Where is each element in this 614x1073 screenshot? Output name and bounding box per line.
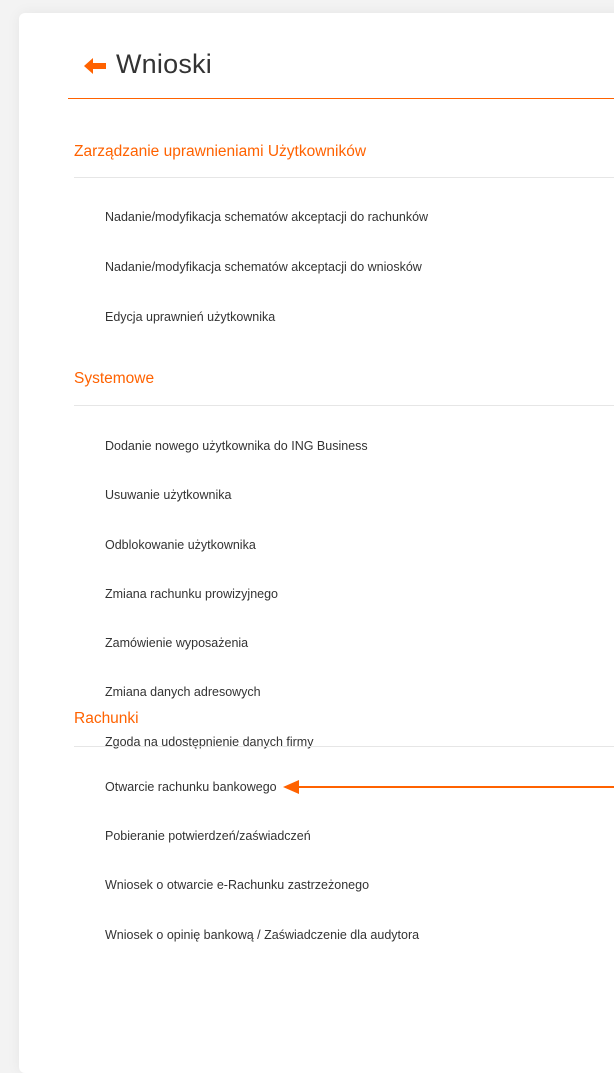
list-item[interactable]: Nadanie/modyfikacja schematów akceptacji… xyxy=(105,260,422,274)
list-item[interactable]: Zamówienie wyposażenia xyxy=(105,636,248,650)
section-divider xyxy=(74,746,614,747)
list-item[interactable]: Usuwanie użytkownika xyxy=(105,488,231,502)
list-item[interactable]: Nadanie/modyfikacja schematów akceptacji… xyxy=(105,210,428,224)
section-divider xyxy=(74,405,614,406)
section-title-systemowe: Systemowe xyxy=(74,370,155,387)
section-divider xyxy=(74,177,614,178)
list-item[interactable]: Odblokowanie użytkownika xyxy=(105,538,256,552)
annotation-arrow-icon xyxy=(283,780,614,794)
list-item[interactable]: Edycja uprawnień użytkownika xyxy=(105,310,275,324)
section-title-uprawnienia: Zarządzanie uprawnieniami Użytkowników xyxy=(74,143,367,160)
list-item[interactable]: Wniosek o opinię bankową / Zaświadczenie… xyxy=(105,928,419,942)
list-item[interactable]: Pobieranie potwierdzeń/zaświadczeń xyxy=(105,829,311,843)
list-item[interactable]: Zmiana rachunku prowizyjnego xyxy=(105,587,278,601)
list-item-otwarcie-rachunku[interactable]: Otwarcie rachunku bankowego xyxy=(105,780,277,794)
list-item[interactable]: Wniosek o otwarcie e-Rachunku zastrzeżon… xyxy=(105,878,369,892)
page-header: Wnioski xyxy=(68,48,614,99)
arrow-back-icon[interactable] xyxy=(84,58,106,74)
list-item[interactable]: Dodanie nowego użytkownika do ING Busine… xyxy=(105,439,368,453)
list-item[interactable]: Zmiana danych adresowych xyxy=(105,685,261,699)
section-title-rachunki: Rachunki xyxy=(74,710,139,727)
page-title: Wnioski xyxy=(116,49,212,79)
